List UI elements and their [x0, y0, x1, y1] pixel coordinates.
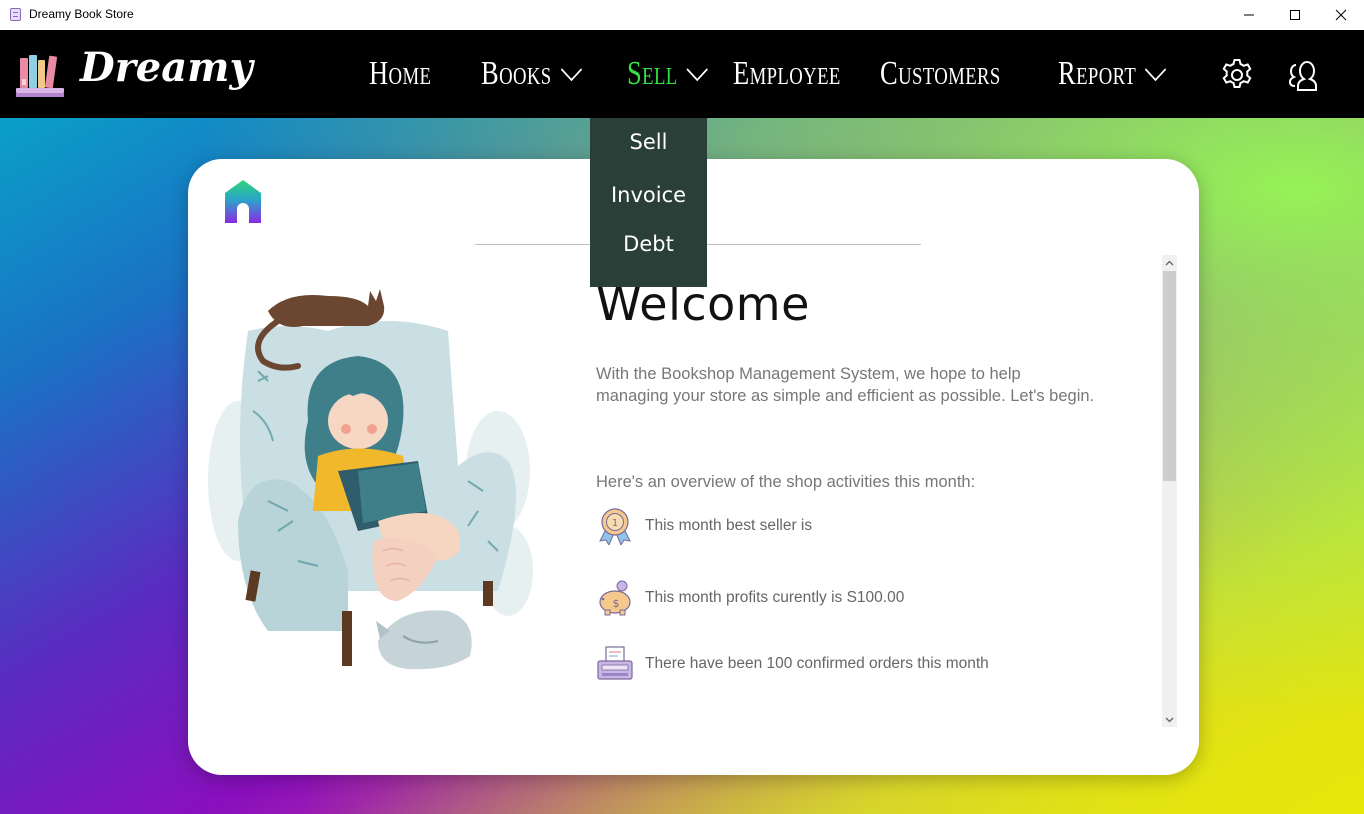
- nav-sell[interactable]: Sell: [627, 54, 709, 94]
- chevron-down-icon: [686, 68, 708, 82]
- welcome-content: Welcome With the Bookshop Management Sys…: [596, 277, 1156, 737]
- best-seller-stat: 1 This month best seller is: [596, 507, 812, 545]
- window-title-bar: Dreamy Book Store: [0, 0, 1364, 30]
- chevron-down-icon: [1145, 68, 1167, 82]
- app-icon: [10, 8, 21, 21]
- nav-sell-label: Sell: [627, 55, 678, 92]
- nav-home[interactable]: Home: [369, 54, 431, 94]
- nav-report[interactable]: Report: [1058, 54, 1167, 94]
- overview-text: Here's an overview of the shop activitie…: [596, 473, 976, 491]
- orders-stat: There have been 100 confirmed orders thi…: [596, 645, 989, 683]
- users-icon[interactable]: [1288, 56, 1324, 94]
- nav-books[interactable]: Books: [481, 54, 583, 94]
- close-button[interactable]: [1318, 0, 1364, 30]
- vertical-scrollbar[interactable]: [1162, 255, 1177, 727]
- scroll-thumb[interactable]: [1163, 271, 1176, 481]
- nav-home-label: Home: [369, 55, 432, 92]
- maximize-icon: [1290, 10, 1300, 20]
- close-icon: [1335, 9, 1347, 21]
- gear-icon[interactable]: [1219, 56, 1255, 94]
- chevron-down-icon: [1165, 717, 1174, 722]
- menu-item-invoice[interactable]: Invoice: [590, 183, 707, 207]
- bookshelf-icon: [16, 55, 64, 97]
- svg-text:1: 1: [612, 518, 618, 529]
- nav-employee-label: Employee: [733, 55, 841, 92]
- nav-customers-label: Customers: [880, 55, 1001, 92]
- maximize-button[interactable]: [1272, 0, 1318, 30]
- scroll-down-button[interactable]: [1162, 712, 1177, 727]
- profits-text: This month profits curently is S100.00: [645, 589, 905, 606]
- scroll-up-button[interactable]: [1162, 255, 1177, 270]
- best-seller-text: This month best seller is: [645, 517, 813, 534]
- medal-icon: 1: [599, 508, 631, 545]
- brand-name[interactable]: Dreamy: [80, 44, 253, 91]
- nav-employee[interactable]: Employee: [733, 54, 841, 94]
- menu-item-debt[interactable]: Debt: [590, 232, 707, 256]
- intro-text: With the Bookshop Management System, we …: [596, 365, 1095, 405]
- profits-stat: $ This month profits curently is S100.00: [596, 579, 904, 617]
- chevron-up-icon: [1165, 260, 1174, 265]
- sell-dropdown-menu: Sell Invoice Debt: [590, 118, 707, 287]
- minimize-icon: [1244, 14, 1254, 16]
- nav-report-label: Report: [1058, 55, 1137, 92]
- navbar: Dreamy Home Books Sell Employee Customer…: [0, 30, 1364, 118]
- reading-girl-illustration: [208, 289, 533, 670]
- svg-text:$: $: [613, 597, 620, 610]
- nav-customers[interactable]: Customers: [880, 54, 1001, 94]
- nav-books-label: Books: [481, 55, 552, 92]
- orders-text: There have been 100 confirmed orders thi…: [645, 655, 989, 672]
- minimize-button[interactable]: [1226, 0, 1272, 30]
- chevron-down-icon: [560, 68, 582, 82]
- piggy-bank-icon: $: [599, 580, 631, 616]
- cash-register-icon: [597, 646, 633, 680]
- window-title: Dreamy Book Store: [29, 7, 134, 21]
- home-icon[interactable]: [224, 179, 262, 225]
- menu-item-sell[interactable]: Sell: [590, 130, 707, 154]
